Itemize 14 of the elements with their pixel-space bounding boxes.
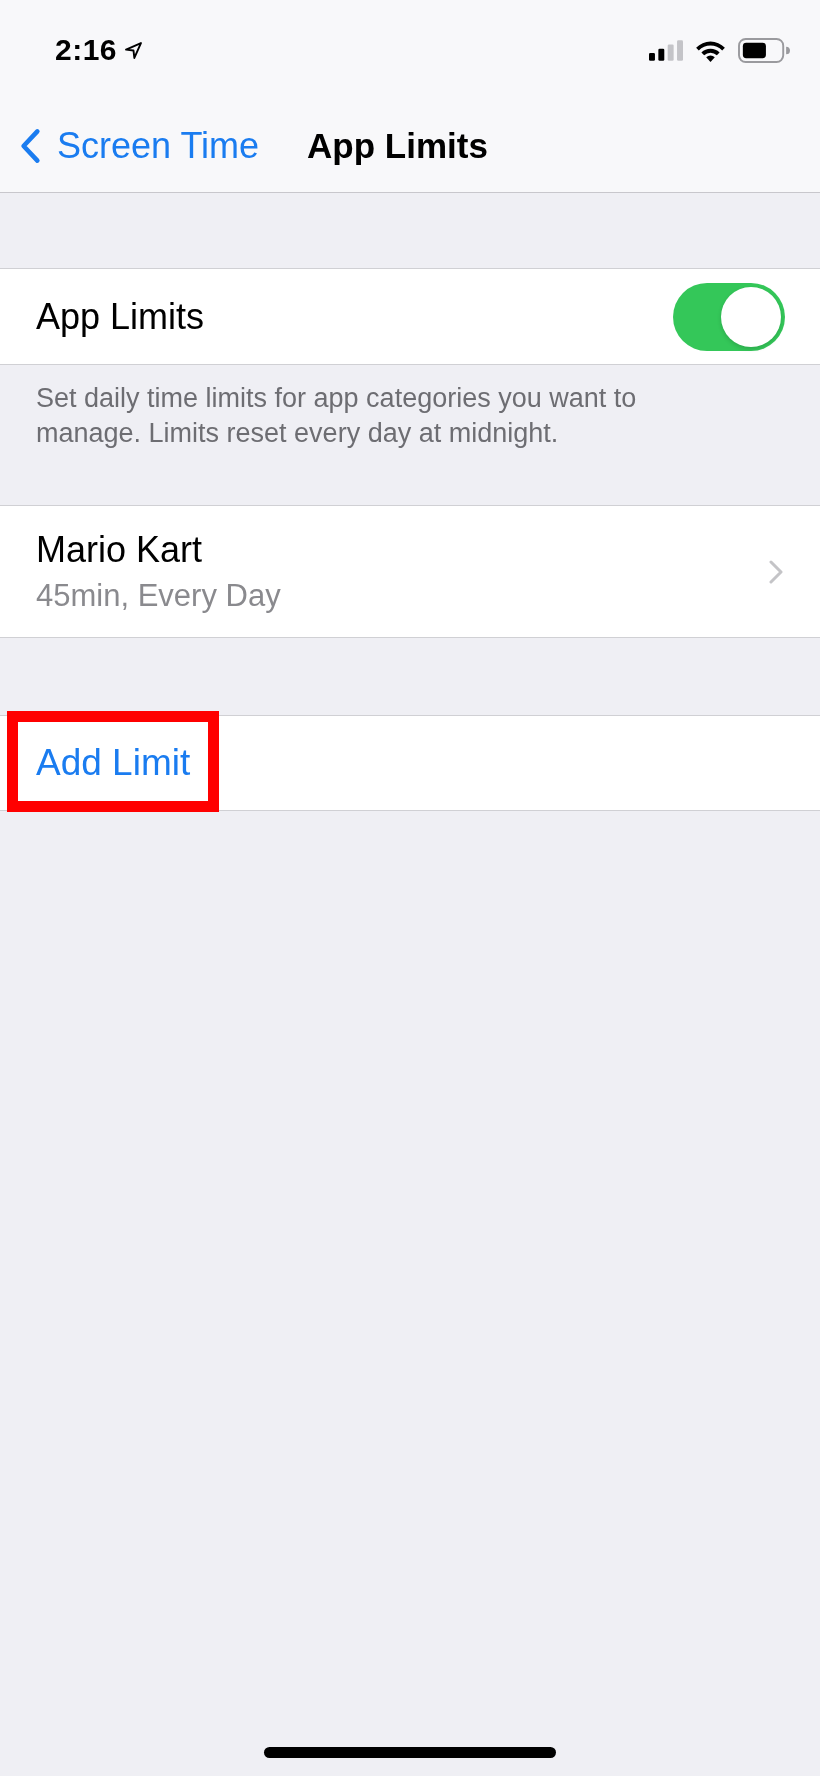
nav-title: App Limits: [307, 126, 488, 166]
section-footer: Set daily time limits for app categories you want to manage. Limits reset every day at midnight.: [36, 365, 736, 451]
back-icon: [19, 128, 41, 164]
limit-name: Mario Kart: [36, 527, 204, 572]
limit-row[interactable]: Mario Kart 45min, Every Day: [0, 506, 820, 637]
location-arrow-icon: [125, 41, 143, 59]
toggle-label: App Limits: [36, 294, 205, 339]
limit-detail: 45min, Every Day: [36, 576, 281, 615]
battery-icon: [738, 37, 790, 63]
back-button[interactable]: Screen Time: [19, 125, 260, 167]
status-time: 2:16: [55, 33, 118, 67]
signal-icon: [649, 39, 683, 61]
add-limit-button[interactable]: Add Limit: [36, 741, 191, 785]
chevron-right-icon: [769, 559, 783, 584]
